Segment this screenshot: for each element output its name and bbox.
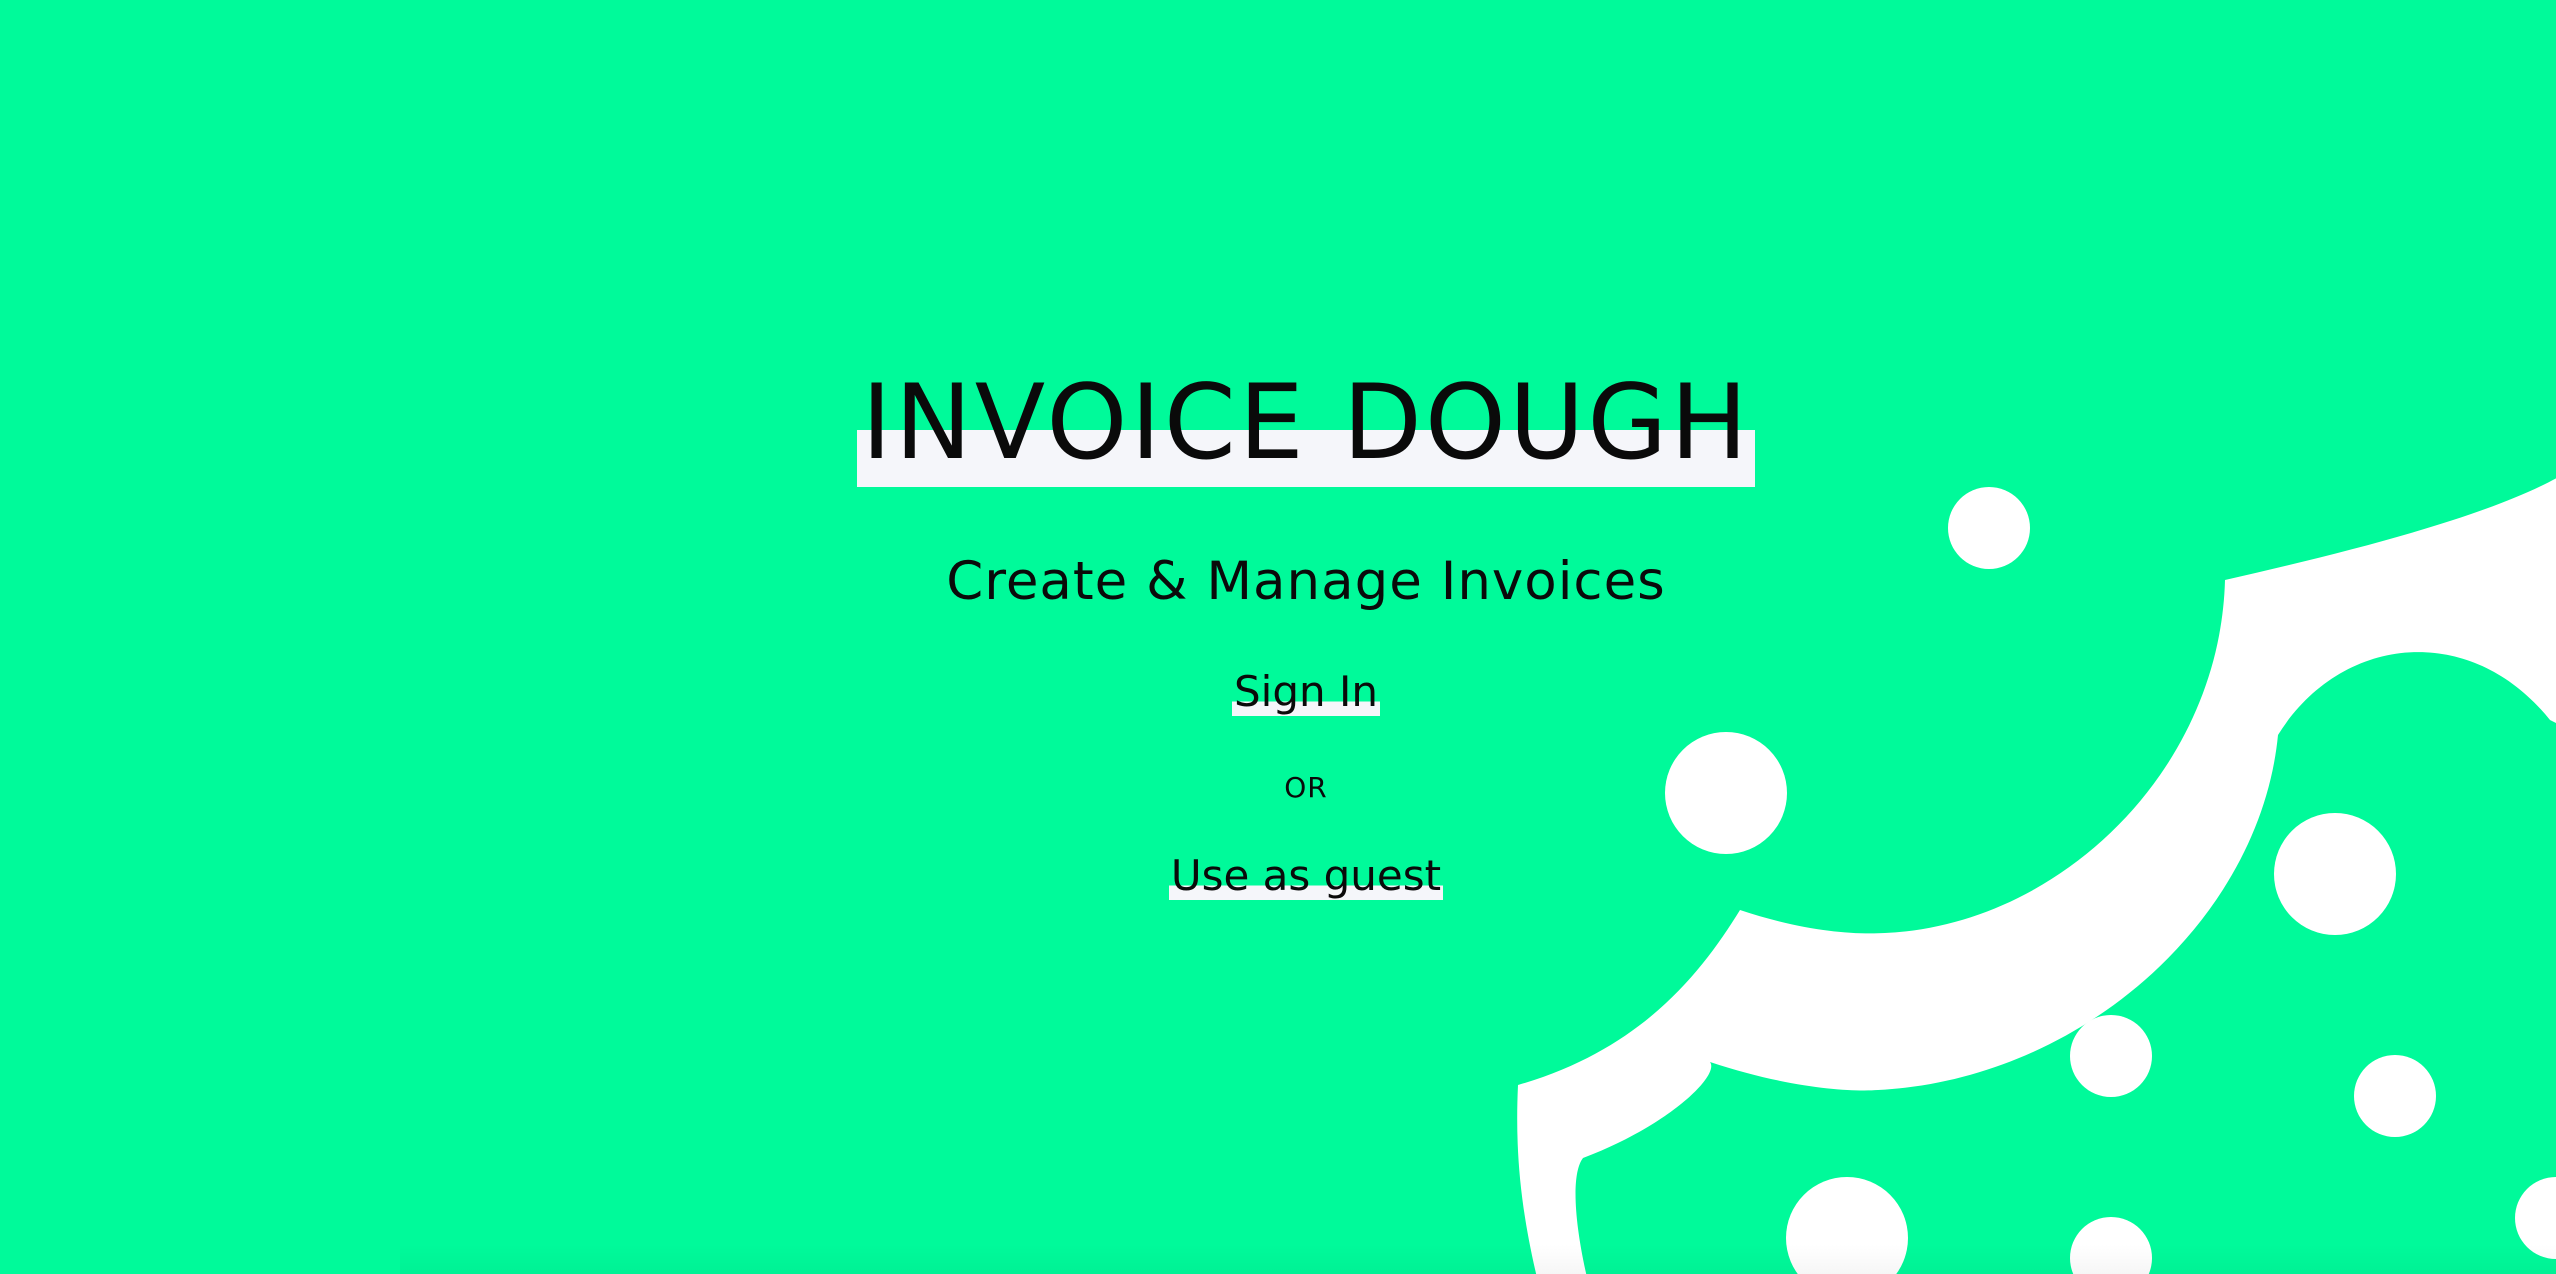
hero-section: INVOICE DOUGH Create & Manage Invoices S… — [0, 0, 2556, 1274]
or-separator: OR — [1284, 771, 1328, 804]
app-tagline: Create & Manage Invoices — [946, 551, 1666, 612]
sign-in-container: Sign In — [0, 667, 2556, 717]
tagline-container: Create & Manage Invoices — [0, 551, 2556, 612]
sign-in-link[interactable]: Sign In — [1232, 667, 1380, 717]
guest-container: Use as guest — [0, 851, 2556, 901]
use-as-guest-link[interactable]: Use as guest — [1168, 851, 1444, 901]
app-title: INVOICE DOUGH — [857, 372, 1755, 487]
title-container: INVOICE DOUGH — [0, 372, 2556, 487]
separator-container: OR — [0, 771, 2556, 804]
landing-page: INVOICE DOUGH Create & Manage Invoices S… — [0, 0, 2556, 1274]
